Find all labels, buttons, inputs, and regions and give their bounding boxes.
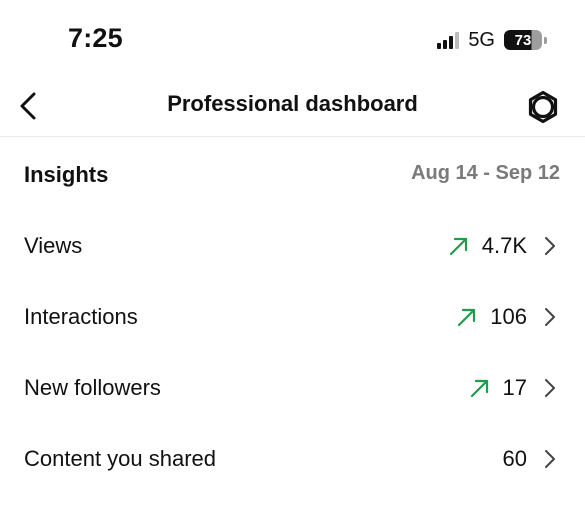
page-title: Professional dashboard: [167, 91, 418, 116]
date-range[interactable]: Aug 14 - Sep 12: [411, 162, 560, 185]
metric-summary: 60: [503, 443, 557, 475]
settings-button[interactable]: [523, 87, 563, 127]
metric-summary: 4.7K: [448, 230, 557, 262]
metric-label: Interactions: [24, 304, 138, 329]
chevron-right-icon: [545, 450, 555, 468]
insights-header: Insights Aug 14 - Sep 12: [0, 150, 585, 198]
metric-row-content-shared[interactable]: Content you shared 60: [0, 429, 585, 489]
status-bar: 7:25 5G 73: [0, 0, 585, 78]
trend-up-arrow-icon: [470, 379, 488, 398]
nav-bar: Professional dashboard: [0, 78, 585, 137]
screen: 7:25 5G 73 Professional dashboard Insigh…: [0, 0, 585, 508]
battery-icon: 73: [504, 30, 547, 50]
status-time: 7:25: [68, 23, 123, 53]
network-type: 5G: [468, 28, 495, 51]
metric-summary: 106: [456, 301, 557, 333]
metric-row-interactions[interactable]: Interactions 106: [0, 287, 585, 347]
chevron-right-icon: [545, 308, 555, 326]
metric-label: Content you shared: [24, 446, 217, 471]
battery-level: 73: [504, 30, 542, 50]
trend-up-arrow-icon: [458, 308, 476, 327]
metric-value: 106: [490, 304, 527, 329]
metric-row-new-followers[interactable]: New followers 17: [0, 358, 585, 418]
section-title: Insights: [24, 162, 109, 187]
metric-value: 60: [502, 446, 527, 471]
chevron-right-icon: [545, 237, 555, 255]
metric-label: New followers: [24, 375, 161, 400]
metric-summary: 17: [469, 372, 557, 404]
status-indicators: 5G 73: [437, 28, 547, 52]
metric-row-views[interactable]: Views 4.7K: [0, 216, 585, 276]
gear-icon: [528, 90, 558, 124]
metric-value: 4.7K: [481, 233, 527, 258]
signal-strength-icon: [437, 31, 460, 49]
trend-up-arrow-icon: [449, 237, 467, 256]
metric-value: 17: [502, 375, 527, 400]
metric-label: Views: [24, 233, 83, 258]
chevron-right-icon: [545, 379, 555, 397]
